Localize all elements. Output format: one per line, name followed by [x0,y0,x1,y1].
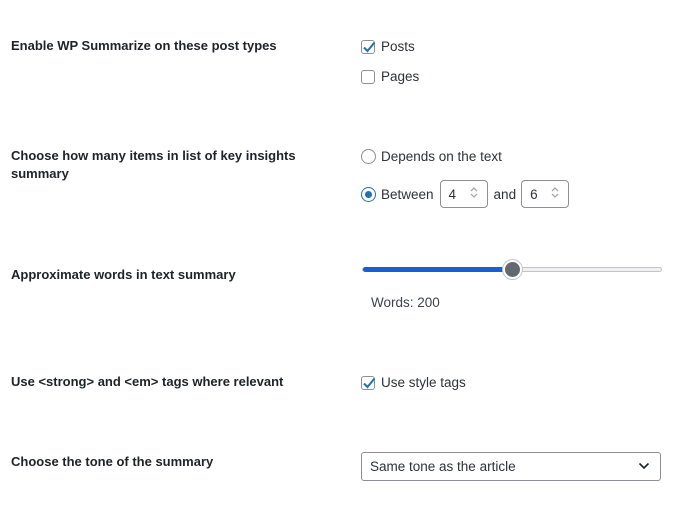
tone-select[interactable]: Same tone as the article [361,452,661,481]
and-label: and [493,186,517,202]
radio-selected-dot [365,190,372,198]
pages-checkbox[interactable] [361,69,375,84]
posts-option-label: Posts [381,39,415,54]
between-option: Between 4 and 6 [361,180,570,208]
depends-option[interactable]: Depends on the text [361,149,502,164]
tone-label: Choose the tone of the summary [11,454,214,469]
posts-option[interactable]: Posts [361,39,415,54]
slider-thumb[interactable] [503,260,522,279]
text-summary-label: Approximate words in text summary [11,267,236,282]
post-types-label: Enable WP Summarize on these post types [11,38,277,53]
depends-option-label: Depends on the text [381,149,502,164]
max-items-value: 6 [530,186,538,202]
spin-arrows-icon[interactable] [551,186,559,199]
words-slider[interactable] [362,260,662,279]
tone-selected-value: Same tone as the article [370,459,516,474]
max-items-stepper[interactable]: 6 [521,180,570,208]
words-count: Words: 200 [371,295,440,310]
style-tags-label: Use <strong> and <em> tags where relevan… [11,374,284,389]
pages-option[interactable]: Pages [361,69,419,84]
slider-fill [363,267,513,272]
between-radio[interactable] [361,186,376,202]
between-option-label: Between [381,186,434,202]
style-tags-checkbox[interactable] [361,375,376,390]
key-insights-label: Choose how many items in list of key ins… [11,148,296,181]
checkmark-icon [363,41,376,52]
pages-option-label: Pages [381,69,420,84]
depends-radio[interactable] [361,149,376,164]
spin-arrows-icon[interactable] [470,186,478,199]
min-items-stepper[interactable]: 4 [439,180,488,208]
style-tags-option[interactable]: Use style tags [361,375,466,390]
min-items-value: 4 [448,186,457,202]
style-tags-checkbox-label: Use style tags [381,375,466,390]
checkmark-icon [363,377,376,388]
posts-checkbox[interactable] [361,39,376,54]
chevron-down-icon [638,462,650,470]
